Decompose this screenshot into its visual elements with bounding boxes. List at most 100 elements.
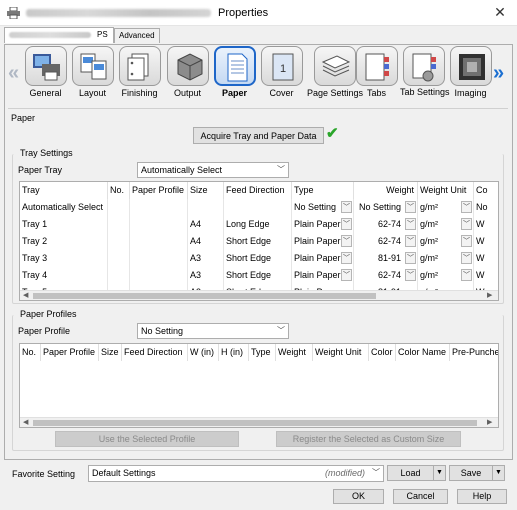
column-header[interactable]: Co xyxy=(474,182,498,199)
column-header[interactable]: Color xyxy=(369,344,396,361)
scrollbar-thumb[interactable] xyxy=(33,420,477,426)
chevron-down-icon[interactable]: ﹀ xyxy=(341,218,352,230)
table-row[interactable]: Automatically Select No Setting ﹀ No Sett… xyxy=(20,199,498,216)
chevron-down-icon[interactable]: ﹀ xyxy=(405,201,416,213)
table-row[interactable]: Tray 4 A3 Short Edge Plain Paper ﹀ 62-74 ﹀… xyxy=(20,267,498,284)
chevron-down-icon[interactable]: ﹀ xyxy=(341,201,352,213)
column-header[interactable]: Weight xyxy=(354,182,418,199)
column-header[interactable]: Type xyxy=(249,344,276,361)
table-row[interactable]: Tray 1 A4 Long Edge Plain Paper ﹀ 62-74 ﹀ … xyxy=(20,216,498,233)
scroll-left-arrow-icon[interactable]: ◀ xyxy=(23,418,28,427)
column-header[interactable]: Tray xyxy=(20,182,108,199)
chevron-down-icon[interactable]: ﹀ xyxy=(461,201,472,213)
column-header[interactable]: Weight Unit xyxy=(313,344,369,361)
unit-cell[interactable]: g/m² ﹀ xyxy=(418,250,474,267)
favorite-setting-select[interactable]: Default Settings (modified) ﹀ xyxy=(88,465,384,482)
toolbar-layout[interactable]: Layout xyxy=(69,46,116,106)
scrollbar-thumb[interactable] xyxy=(33,293,376,299)
co-cell: W xyxy=(476,236,485,246)
weight-cell[interactable]: 62-74 ﹀ xyxy=(354,216,418,233)
column-header[interactable]: Feed Direction xyxy=(224,182,292,199)
weight-cell[interactable]: 62-74 ﹀ xyxy=(354,233,418,250)
load-button[interactable]: Load xyxy=(388,466,433,480)
column-header[interactable]: Size xyxy=(99,344,122,361)
tab-advanced[interactable]: Advanced xyxy=(114,28,160,43)
toolbar-general[interactable]: General xyxy=(22,46,69,106)
scroll-right-arrow-icon[interactable]: ▶ xyxy=(487,291,492,300)
caret-down-icon[interactable]: ▼ xyxy=(433,466,445,480)
paper-profile-select[interactable]: No Setting ﹀ xyxy=(137,323,289,339)
unit-cell[interactable]: g/m² ﹀ xyxy=(418,267,474,284)
scroll-left-button[interactable]: « xyxy=(8,62,19,85)
weight-cell[interactable]: No Setting ﹀ xyxy=(354,199,418,216)
chevron-down-icon[interactable]: ﹀ xyxy=(341,252,352,264)
column-header[interactable]: W (in) xyxy=(188,344,219,361)
type-cell[interactable]: Plain Paper ﹀ xyxy=(292,216,354,233)
save-split-button[interactable]: Save ▼ xyxy=(449,465,505,481)
column-header[interactable]: Feed Direction xyxy=(122,344,188,361)
chevron-down-icon[interactable]: ﹀ xyxy=(405,252,416,264)
weight-cell[interactable]: 81-91 ﹀ xyxy=(354,250,418,267)
chevron-down-icon[interactable]: ﹀ xyxy=(461,252,472,264)
chevron-down-icon[interactable]: ﹀ xyxy=(461,269,472,281)
unit-cell[interactable]: g/m² ﹀ xyxy=(418,199,474,216)
column-header[interactable]: Type xyxy=(292,182,354,199)
feed-cell: Short Edge xyxy=(224,250,292,267)
chevron-down-icon[interactable]: ﹀ xyxy=(461,218,472,230)
chevron-down-icon[interactable]: ﹀ xyxy=(341,235,352,247)
close-button[interactable]: ✕ xyxy=(491,3,509,21)
toolbar-paper[interactable]: Paper xyxy=(211,46,258,106)
profile-cell xyxy=(130,199,188,216)
paper-tray-select[interactable]: Automatically Select ﹀ xyxy=(137,162,289,178)
column-header[interactable]: Pre-Punched xyxy=(450,344,498,361)
type-cell[interactable]: Plain Paper ﹀ xyxy=(292,267,354,284)
column-header[interactable]: H (in) xyxy=(219,344,249,361)
size-cell: A3 xyxy=(188,267,224,284)
ok-button[interactable]: OK xyxy=(333,489,384,504)
column-header[interactable]: No. xyxy=(108,182,130,199)
type-value: Plain Paper xyxy=(294,236,341,246)
scroll-left-arrow-icon[interactable]: ◀ xyxy=(23,291,28,300)
column-header[interactable]: Weight xyxy=(276,344,313,361)
scroll-right-button[interactable]: » xyxy=(493,62,504,85)
load-split-button[interactable]: Load ▼ xyxy=(387,465,446,481)
column-header[interactable]: Color Name xyxy=(396,344,450,361)
unit-cell[interactable]: g/m² ﹀ xyxy=(418,233,474,250)
weight-cell[interactable]: 62-74 ﹀ xyxy=(354,267,418,284)
toolbar-cover[interactable]: 1 Cover xyxy=(258,46,305,106)
tab-ps[interactable]: PS xyxy=(4,27,114,43)
column-header[interactable]: Weight Unit xyxy=(418,182,474,199)
type-cell[interactable]: Plain Paper ﹀ xyxy=(292,250,354,267)
table-row[interactable]: Tray 3 A3 Short Edge Plain Paper ﹀ 81-91 ﹀… xyxy=(20,250,498,267)
scroll-right-arrow-icon[interactable]: ▶ xyxy=(487,418,492,427)
type-cell[interactable]: No Setting ﹀ xyxy=(292,199,354,216)
toolbar-finishing[interactable]: Finishing xyxy=(116,46,163,106)
column-header[interactable]: No. xyxy=(20,344,41,361)
column-header[interactable]: Paper Profile xyxy=(130,182,188,199)
column-header[interactable]: Paper Profile xyxy=(41,344,99,361)
column-header[interactable]: Size xyxy=(188,182,224,199)
register-custom-size-button[interactable]: Register the Selected as Custom Size xyxy=(276,431,461,447)
profile-table-scrollbar[interactable]: ◀ ▶ xyxy=(20,417,498,427)
help-button[interactable]: Help xyxy=(457,489,507,504)
acquire-tray-button[interactable]: Acquire Tray and Paper Data xyxy=(193,127,324,144)
unit-cell[interactable]: g/m² ﹀ xyxy=(418,216,474,233)
chevron-down-icon[interactable]: ﹀ xyxy=(405,218,416,230)
output-icon xyxy=(177,53,202,81)
type-cell[interactable]: Plain Paper ﹀ xyxy=(292,233,354,250)
chevron-down-icon[interactable]: ﹀ xyxy=(341,269,352,281)
save-button[interactable]: Save xyxy=(450,466,492,480)
toolbar-output[interactable]: Output xyxy=(164,46,211,106)
toolbar-tabs[interactable]: Tabs xyxy=(353,46,400,106)
chevron-down-icon[interactable]: ﹀ xyxy=(405,235,416,247)
cancel-button[interactable]: Cancel xyxy=(393,489,448,504)
table-row[interactable]: Tray 2 A4 Short Edge Plain Paper ﹀ 62-74 ﹀… xyxy=(20,233,498,250)
tray-table-scrollbar[interactable]: ◀ ▶ xyxy=(20,290,498,300)
tray-cell: Tray 2 xyxy=(20,233,108,250)
chevron-down-icon[interactable]: ﹀ xyxy=(405,269,416,281)
toolbar-tab-settings[interactable]: Tab Settings xyxy=(400,46,450,106)
caret-down-icon[interactable]: ▼ xyxy=(492,466,504,480)
use-selected-profile-button[interactable]: Use the Selected Profile xyxy=(55,431,239,447)
chevron-down-icon[interactable]: ﹀ xyxy=(461,235,472,247)
toolbar-imaging[interactable]: Imaging xyxy=(447,46,494,106)
